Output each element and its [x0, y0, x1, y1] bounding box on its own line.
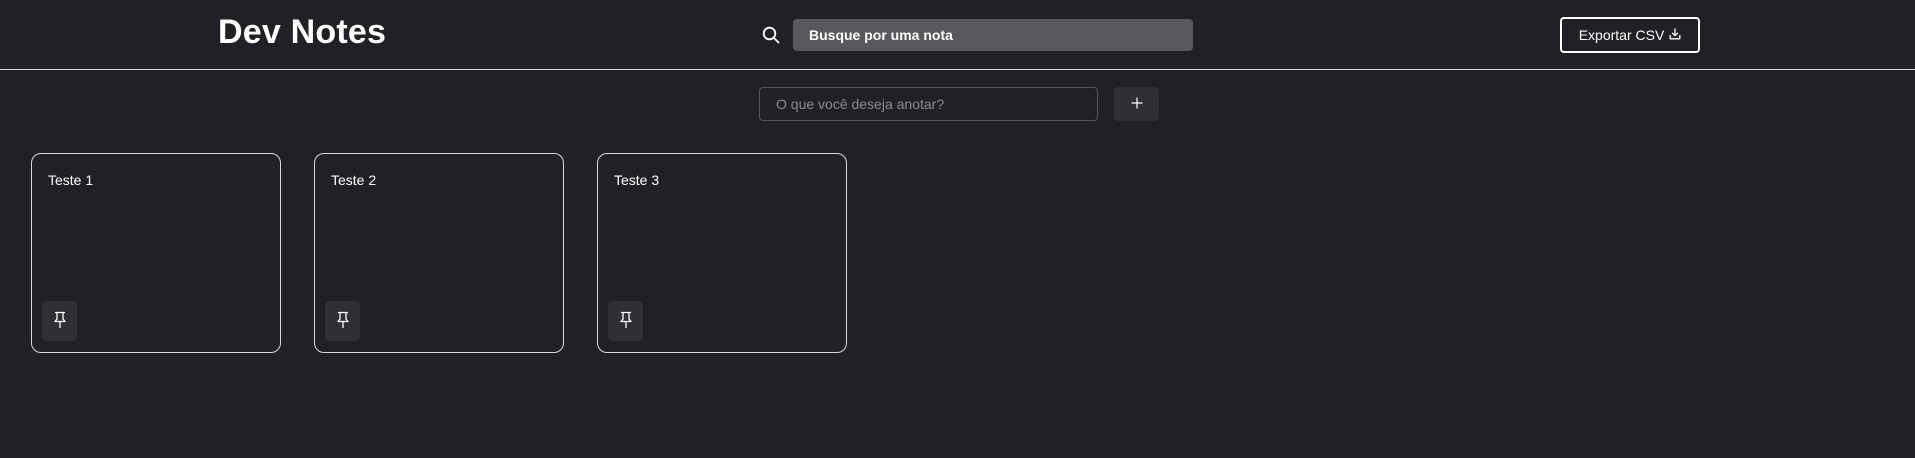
pin-button[interactable] — [42, 301, 77, 341]
export-csv-button[interactable]: Exportar CSV — [1560, 17, 1700, 53]
note-content: Teste 3 — [614, 172, 660, 188]
add-note-form — [759, 87, 1159, 121]
note-input[interactable] — [759, 87, 1098, 121]
add-note-button[interactable] — [1114, 87, 1159, 121]
pin-icon — [335, 311, 351, 332]
pin-button[interactable] — [608, 301, 643, 341]
plus-icon — [1130, 96, 1143, 112]
search-input[interactable] — [793, 19, 1193, 51]
pin-icon — [52, 311, 68, 332]
download-icon — [1669, 27, 1681, 43]
search-icon — [760, 24, 782, 46]
note-card[interactable]: Teste 3 — [597, 153, 847, 353]
note-content: Teste 2 — [331, 172, 377, 188]
pin-button[interactable] — [325, 301, 360, 341]
app-logo: Dev Notes — [218, 13, 387, 51]
app-header: Dev Notes Exportar CSV — [0, 0, 1915, 70]
note-card[interactable]: Teste 2 — [314, 153, 564, 353]
search-bar — [760, 19, 1193, 51]
export-csv-label: Exportar CSV — [1578, 27, 1665, 43]
note-content: Teste 1 — [48, 172, 94, 188]
notes-list: Teste 1 Teste 2 Teste 3 — [31, 153, 847, 353]
note-card[interactable]: Teste 1 — [31, 153, 281, 353]
pin-icon — [618, 311, 634, 332]
